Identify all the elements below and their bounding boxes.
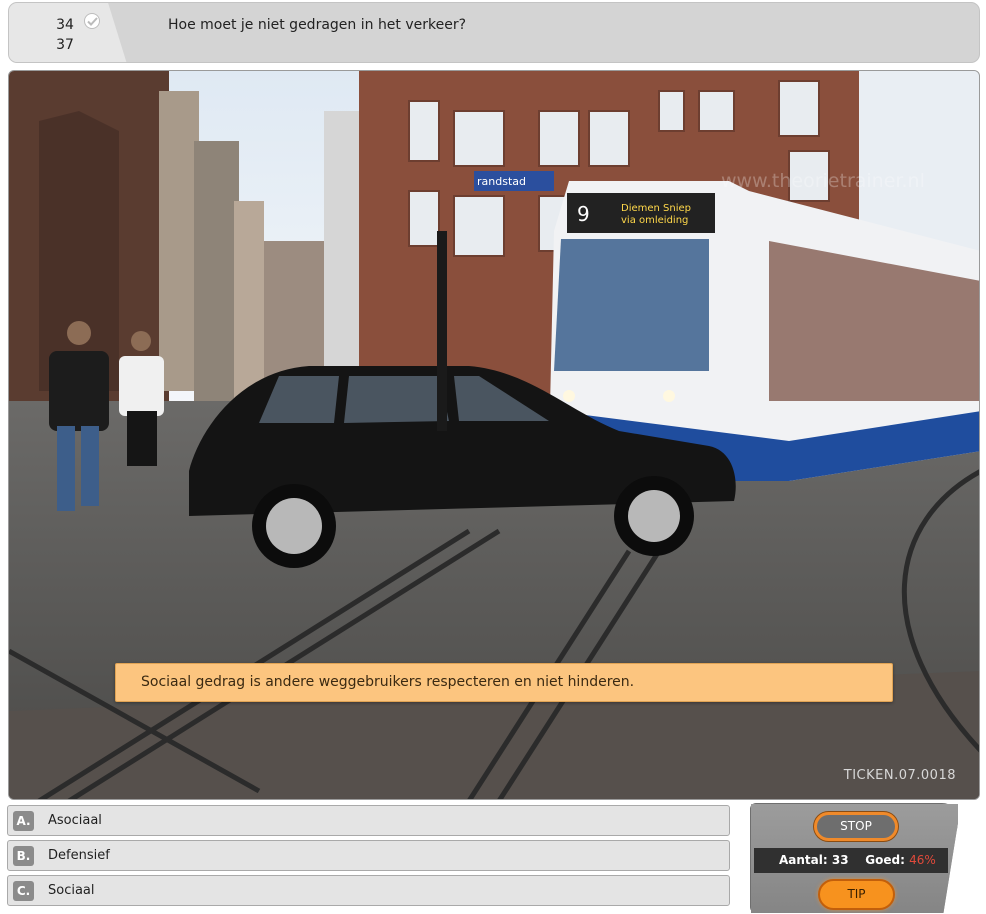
tip-button[interactable]: TIP [818,879,895,910]
answer-letter-b: B. [13,846,34,866]
watermark: www.theorietrainer.nl [721,170,925,192]
answer-option-b[interactable]: B. Defensief [7,840,730,871]
check-icon [84,13,100,29]
quiz-screen: 34 37 Hoe moet je niet gedragen in het v… [0,0,986,914]
question-text: Hoe moet je niet gedragen in het verkeer… [168,17,467,33]
answer-text-a: Asociaal [48,813,102,828]
score-bar: Aantal: 33 Goed: 46% [754,848,948,873]
answer-letter-a: A. [13,811,34,831]
answer-option-c[interactable]: C. Sociaal [7,875,730,906]
question-photo: 9 Diemen Sniep via omleiding randstad ww… [8,70,980,800]
count-value: 33 [831,853,849,867]
good-label: Goed: [865,853,905,867]
counter-total: 37 [56,37,74,53]
answer-text-c: Sociaal [48,883,95,898]
svg-text:via omleiding: via omleiding [621,215,688,226]
stop-button[interactable]: STOP [814,812,898,841]
answer-letter-c: C. [13,881,34,901]
control-panel: STOP Aantal: 33 Goed: 46% TIP [750,803,958,913]
question-header: 34 37 Hoe moet je niet gedragen in het v… [8,2,980,63]
good-percentage: 46% [909,853,936,867]
image-code: TICKEN.07.0018 [843,768,956,783]
counter-current: 34 [56,17,74,33]
svg-text:Diemen Sniep: Diemen Sniep [621,203,691,214]
answer-text-b: Defensief [48,848,110,863]
question-counter: 34 37 [45,15,85,55]
count-label: Aantal: [779,853,828,867]
svg-text:randstad: randstad [477,175,526,188]
feedback-message: Sociaal gedrag is andere weggebruikers r… [115,663,893,702]
svg-text:9: 9 [577,202,590,226]
answer-option-a[interactable]: A. Asociaal [7,805,730,836]
